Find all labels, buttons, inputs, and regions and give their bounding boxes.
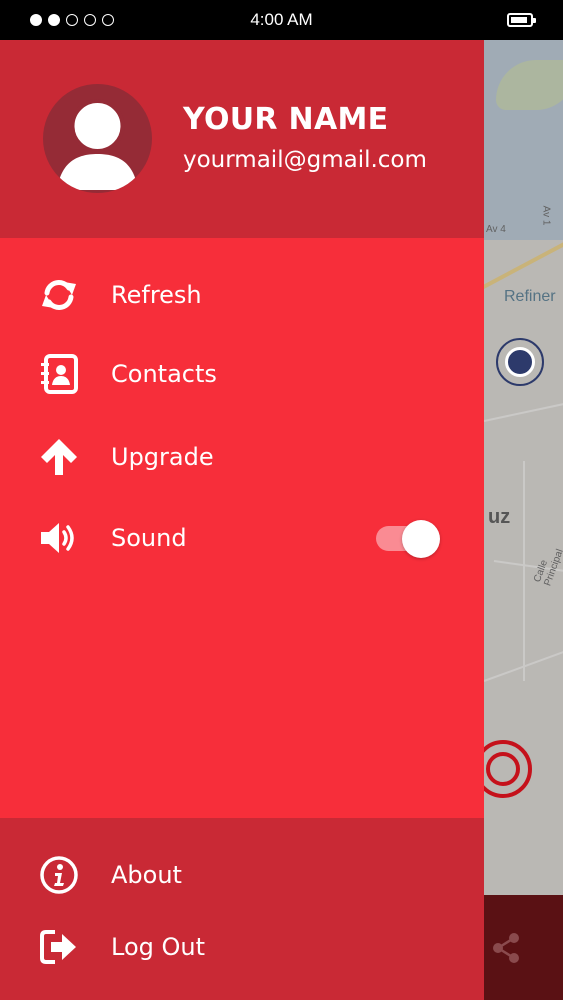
- share-icon[interactable]: [492, 932, 522, 968]
- menu-label-refresh: Refresh: [111, 281, 202, 309]
- logout-icon: [38, 926, 80, 968]
- map-view[interactable]: Av 4 Av 1 Refiner uz Calle Principal: [484, 40, 563, 895]
- speaker-volume-icon: [38, 517, 80, 559]
- navigation-drawer: YOUR NAME yourmail@gmail.com Refresh Con…: [0, 40, 484, 1000]
- menu-label-logout: Log Out: [111, 933, 206, 961]
- menu-label-about: About: [111, 861, 182, 889]
- menu-label-contacts: Contacts: [111, 360, 217, 388]
- menu-item-refresh[interactable]: Refresh: [0, 259, 484, 329]
- menu-label-upgrade: Upgrade: [111, 443, 214, 471]
- drawer-footer: About Log Out: [0, 818, 484, 1000]
- menu-item-upgrade[interactable]: Upgrade: [0, 421, 484, 491]
- profile-name: YOUR NAME: [183, 102, 389, 137]
- sound-toggle[interactable]: [376, 518, 442, 558]
- map-bottom-bar: [484, 895, 563, 1000]
- user-avatar-icon[interactable]: [43, 84, 152, 193]
- status-bar: 4:00 AM: [0, 0, 563, 40]
- menu-item-sound[interactable]: Sound: [0, 502, 484, 572]
- menu-item-contacts[interactable]: Contacts: [0, 338, 484, 408]
- menu-label-sound: Sound: [111, 524, 187, 552]
- profile-email: yourmail@gmail.com: [183, 147, 427, 173]
- refresh-icon: [38, 274, 80, 316]
- info-circle-icon: [38, 854, 80, 896]
- location-marker-icon: [496, 338, 544, 386]
- profile-header: YOUR NAME yourmail@gmail.com: [0, 40, 484, 238]
- toggle-knob: [402, 520, 440, 558]
- arrow-up-icon: [38, 436, 80, 478]
- status-time: 4:00 AM: [250, 10, 313, 29]
- menu-item-logout[interactable]: Log Out: [0, 911, 484, 981]
- battery-icon: [507, 13, 536, 27]
- contacts-book-icon: [38, 353, 80, 395]
- menu-item-about[interactable]: About: [0, 839, 484, 909]
